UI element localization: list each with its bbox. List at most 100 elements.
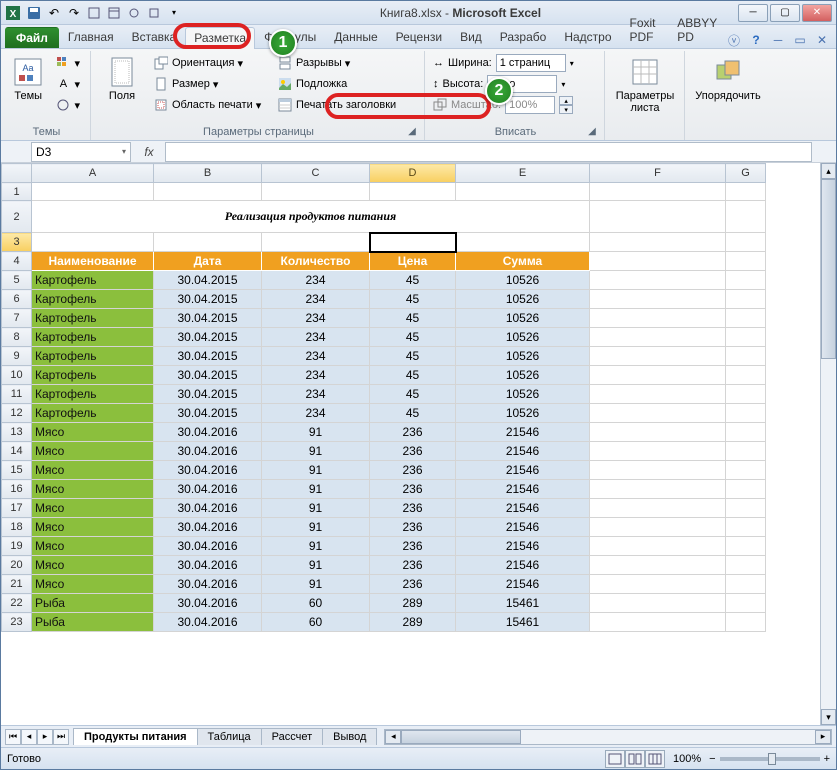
qat-dropdown-icon[interactable]: ▾	[165, 4, 183, 22]
cell-data[interactable]: 10526	[456, 347, 590, 366]
cell-data[interactable]: 21546	[456, 537, 590, 556]
cell-name[interactable]: Картофель	[32, 290, 154, 309]
arrange-button[interactable]: Упорядочить	[693, 53, 763, 105]
cell-data[interactable]: 91	[262, 499, 370, 518]
cell[interactable]	[726, 271, 766, 290]
column-header[interactable]: E	[456, 164, 590, 183]
sheet-nav-prev-icon[interactable]: ◂	[21, 729, 37, 745]
tab-file[interactable]: Файл	[5, 27, 59, 48]
qat-btn[interactable]	[125, 4, 143, 22]
cell-name[interactable]: Мясо	[32, 575, 154, 594]
title-cell[interactable]: Реализация продуктов питания	[32, 201, 590, 233]
cell[interactable]	[590, 271, 726, 290]
cell[interactable]	[590, 183, 726, 201]
dialog-launcher-icon[interactable]: ◢	[406, 126, 418, 138]
cell-data[interactable]: 236	[370, 575, 456, 594]
table-header-cell[interactable]: Количество	[262, 252, 370, 271]
close-button[interactable]: ✕	[802, 4, 832, 22]
cell[interactable]	[590, 328, 726, 347]
cell-data[interactable]: 234	[262, 290, 370, 309]
sheet-options-button[interactable]: Параметры листа	[613, 53, 677, 117]
cell-data[interactable]: 236	[370, 461, 456, 480]
dropdown-icon[interactable]: ▾	[122, 147, 126, 156]
horizontal-scrollbar[interactable]: ◂ ▸	[384, 729, 832, 745]
cell-data[interactable]: 30.04.2016	[154, 537, 262, 556]
cell-data[interactable]: 10526	[456, 309, 590, 328]
workbook-restore-icon[interactable]: ▭	[792, 32, 808, 48]
cell[interactable]	[590, 518, 726, 537]
cell[interactable]	[370, 233, 456, 252]
help-icon[interactable]: ?	[748, 32, 764, 48]
cell-data[interactable]: 234	[262, 309, 370, 328]
row-header[interactable]: 3	[2, 233, 32, 252]
cell[interactable]	[726, 183, 766, 201]
cell-name[interactable]: Рыба	[32, 613, 154, 632]
cell-data[interactable]: 30.04.2015	[154, 271, 262, 290]
cell[interactable]	[590, 309, 726, 328]
cell-name[interactable]: Картофель	[32, 309, 154, 328]
table-header-cell[interactable]: Цена	[370, 252, 456, 271]
column-header[interactable]: C	[262, 164, 370, 183]
row-header[interactable]: 18	[2, 518, 32, 537]
tab-надстро[interactable]: Надстро	[555, 26, 620, 48]
cell-data[interactable]: 30.04.2016	[154, 480, 262, 499]
cell[interactable]	[726, 423, 766, 442]
scale-input[interactable]	[505, 96, 555, 114]
cell[interactable]	[590, 613, 726, 632]
cell[interactable]	[590, 252, 726, 271]
cell-data[interactable]: 10526	[456, 366, 590, 385]
cell-data[interactable]: 21546	[456, 518, 590, 537]
cell[interactable]	[590, 366, 726, 385]
cell[interactable]	[590, 556, 726, 575]
cell-name[interactable]: Рыба	[32, 594, 154, 613]
cell-data[interactable]: 236	[370, 556, 456, 575]
cell-data[interactable]: 30.04.2016	[154, 499, 262, 518]
column-header[interactable]: F	[590, 164, 726, 183]
row-header[interactable]: 2	[2, 201, 32, 233]
cell-data[interactable]: 30.04.2016	[154, 442, 262, 461]
minimize-button[interactable]: ─	[738, 4, 768, 22]
save-icon[interactable]	[25, 4, 43, 22]
cell-data[interactable]: 30.04.2016	[154, 423, 262, 442]
cell[interactable]	[726, 328, 766, 347]
redo-icon[interactable]: ↷	[65, 4, 83, 22]
cell-data[interactable]: 30.04.2015	[154, 290, 262, 309]
sheet-tab[interactable]: Рассчет	[261, 728, 324, 745]
row-header[interactable]: 12	[2, 404, 32, 423]
sheet-tab[interactable]: Таблица	[197, 728, 262, 745]
cell-data[interactable]: 234	[262, 385, 370, 404]
scroll-down-icon[interactable]: ▾	[821, 709, 836, 725]
cell-data[interactable]: 10526	[456, 271, 590, 290]
cell-data[interactable]: 10526	[456, 290, 590, 309]
row-header[interactable]: 6	[2, 290, 32, 309]
cell[interactable]	[726, 366, 766, 385]
undo-icon[interactable]: ↶	[45, 4, 63, 22]
cell[interactable]	[590, 423, 726, 442]
cell-data[interactable]: 30.04.2015	[154, 328, 262, 347]
cell[interactable]	[154, 183, 262, 201]
maximize-button[interactable]: ▢	[770, 4, 800, 22]
cell-name[interactable]: Мясо	[32, 499, 154, 518]
workbook-minimize-icon[interactable]: ─	[770, 32, 786, 48]
background-button[interactable]: Подложка	[273, 74, 413, 94]
row-header[interactable]: 8	[2, 328, 32, 347]
cell-data[interactable]: 45	[370, 271, 456, 290]
cell-data[interactable]: 21546	[456, 575, 590, 594]
cell[interactable]	[726, 480, 766, 499]
row-header[interactable]: 9	[2, 347, 32, 366]
column-header[interactable]: D	[370, 164, 456, 183]
row-header[interactable]: 17	[2, 499, 32, 518]
cell[interactable]	[590, 575, 726, 594]
tab-abbyy pd[interactable]: ABBYY PD	[668, 12, 726, 48]
fx-icon[interactable]: fx	[139, 142, 159, 162]
cell[interactable]	[262, 233, 370, 252]
cell[interactable]	[590, 385, 726, 404]
cell[interactable]	[726, 556, 766, 575]
cell[interactable]	[726, 613, 766, 632]
breaks-button[interactable]: Разрывы ▾	[273, 53, 413, 73]
cell-name[interactable]: Мясо	[32, 518, 154, 537]
cell[interactable]	[726, 385, 766, 404]
view-page-layout-icon[interactable]	[625, 750, 645, 768]
row-header[interactable]: 15	[2, 461, 32, 480]
cell-data[interactable]: 60	[262, 594, 370, 613]
